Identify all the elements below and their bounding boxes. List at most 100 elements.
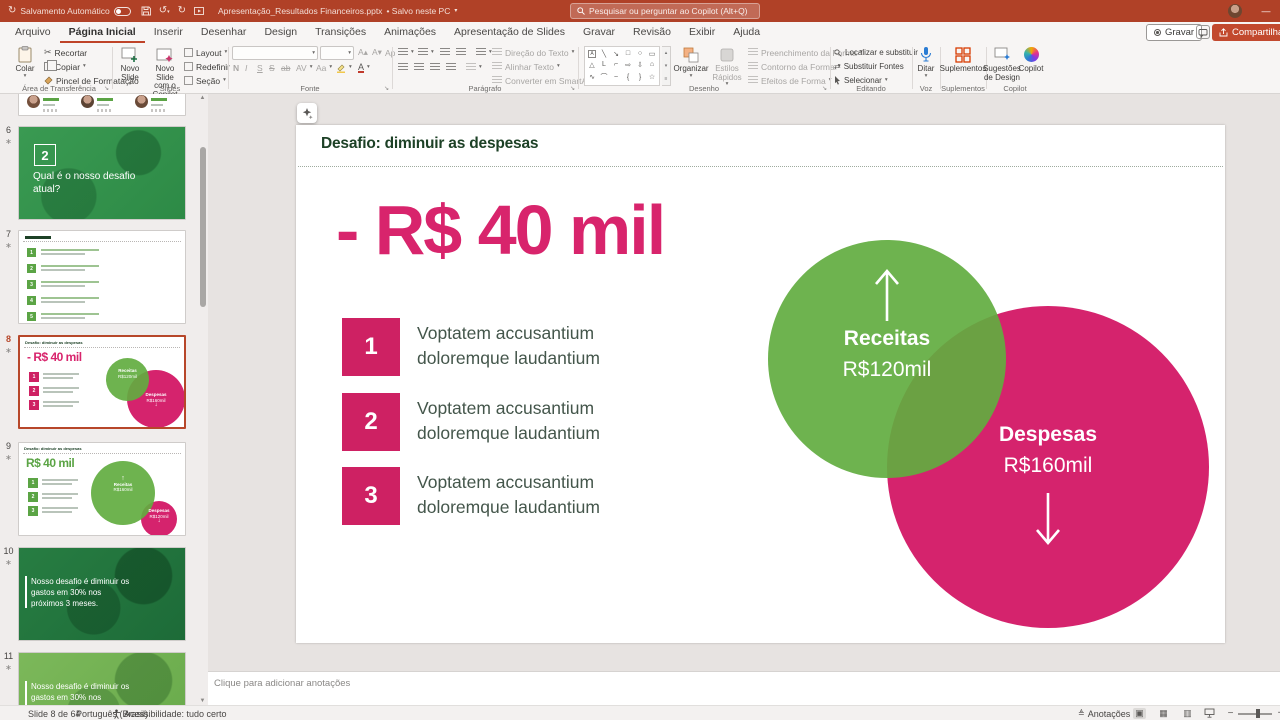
replace-fonts-button[interactable]: ⇄Substituir Fontes	[834, 60, 904, 73]
rectangle-shape-icon[interactable]: □	[626, 50, 630, 57]
font-color-button[interactable]: A▾	[358, 61, 370, 74]
redo-icon[interactable]: ↻	[178, 6, 186, 16]
zoom-in-button[interactable]: +	[1274, 708, 1280, 719]
tab-transicoes[interactable]: Transições	[306, 22, 375, 43]
grow-font-button[interactable]: A▴	[358, 46, 368, 59]
increase-indent-button[interactable]	[456, 46, 466, 59]
bold-button[interactable]: N	[233, 61, 239, 74]
view-reading-button[interactable]: ▥	[1181, 708, 1194, 719]
view-slideshow-button[interactable]	[1203, 708, 1216, 719]
down-arrow-shape-icon[interactable]: ⇩	[637, 61, 643, 69]
copilot-button[interactable]: Copilot	[1018, 45, 1044, 74]
tab-gravar[interactable]: Gravar	[574, 22, 624, 43]
scroll-down-icon[interactable]: ▼	[198, 698, 207, 704]
record-button[interactable]: Gravar	[1146, 24, 1202, 41]
list-item-number[interactable]: 2	[342, 393, 400, 451]
shapes-gallery-scroll[interactable]: ▴▾≡	[662, 46, 671, 86]
avatar[interactable]	[1228, 4, 1242, 18]
accessibility-status[interactable]: Acessibilidade: tudo certo	[112, 706, 227, 720]
brace-right-shape-icon[interactable]: }	[639, 74, 641, 81]
slide-title[interactable]: Desafio: diminuir as despesas	[321, 135, 538, 153]
thumbnail-slide-5[interactable]	[18, 94, 186, 116]
textbox-shape-icon[interactable]: A	[588, 50, 595, 58]
quick-styles-button[interactable]: Estilos Rápidos▾	[710, 45, 744, 88]
list-item-number[interactable]: 3	[342, 467, 400, 525]
elbow-shape-icon[interactable]: L	[602, 61, 606, 68]
tab-arquivo[interactable]: Arquivo	[6, 22, 60, 43]
dialog-launcher-icon[interactable]: ↘	[104, 86, 109, 92]
reset-button[interactable]: Redefinir	[184, 60, 230, 73]
decrease-indent-button[interactable]	[440, 46, 450, 59]
highlight-color-button[interactable]: ▾	[336, 61, 352, 74]
line-shape-icon[interactable]: ╲	[602, 50, 606, 58]
tab-apresentacao-de-slides[interactable]: Apresentação de Slides	[445, 22, 574, 43]
new-slide-button[interactable]: Novo Slide▾	[114, 45, 146, 88]
line-spacing-button[interactable]: ▾	[476, 46, 492, 59]
thumbnail-slide-8-selected[interactable]: Desafio: diminuir as despesas - R$ 40 mi…	[18, 335, 186, 429]
numbering-button[interactable]: ▾	[418, 46, 434, 59]
right-arrow-shape-icon[interactable]: ⇨	[625, 61, 631, 69]
slide-canvas[interactable]: Desafio: diminuir as despesas - R$ 40 mi…	[296, 125, 1225, 643]
tab-animacoes[interactable]: Animações	[375, 22, 445, 43]
list-item-number[interactable]: 1	[342, 318, 400, 376]
autosave-toggle[interactable]	[114, 7, 131, 16]
bullets-button[interactable]: ▾	[398, 46, 414, 59]
curve-shape-icon[interactable]: ⌐	[614, 61, 618, 68]
notes-pane[interactable]: Clique para adicionar anotações	[208, 671, 1280, 705]
tab-desenhar[interactable]: Desenhar	[192, 22, 256, 43]
justify-button[interactable]	[446, 61, 456, 74]
thumbnail-slide-6[interactable]: 2 Qual é o nosso desafio atual?	[18, 126, 186, 220]
italic-button[interactable]: I	[245, 61, 247, 74]
save-icon[interactable]	[141, 6, 151, 16]
comments-button[interactable]	[1196, 25, 1210, 39]
dialog-launcher-icon[interactable]: ↘	[822, 86, 827, 92]
shapes-gallery[interactable]: A ╲ ↘ □ ○ ▭ △ L ⌐ ⇨ ⇩ ⌂ ∿ ⌒ ~ { } ☆	[584, 46, 660, 86]
paste-button[interactable]: Colar▾	[10, 45, 40, 79]
text-direction-button[interactable]: Direção do Texto▾	[492, 46, 574, 59]
notes-placeholder[interactable]: Clique para adicionar anotações	[214, 678, 350, 689]
zoom-slider-track[interactable]	[1238, 713, 1272, 715]
tab-inserir[interactable]: Inserir	[145, 22, 192, 43]
thumbnail-slide-10[interactable]: Nosso desafio é diminuir os gastos em 30…	[18, 547, 186, 641]
shape-outline-button[interactable]: Contorno da Forma▾	[748, 60, 840, 73]
arrow-shape-icon[interactable]: ↘	[613, 50, 619, 58]
scrollbar-thumb[interactable]	[200, 147, 206, 307]
home-shape-icon[interactable]: ⌂	[650, 61, 654, 68]
chevron-down-icon[interactable]: ▾	[454, 8, 457, 14]
align-text-button[interactable]: Alinhar Texto▾	[492, 60, 560, 73]
star-shape-icon[interactable]: ☆	[649, 73, 655, 81]
layout-button[interactable]: Layout▾	[184, 46, 227, 59]
zoom-out-button[interactable]: −	[1224, 708, 1237, 719]
headline-amount[interactable]: - R$ 40 mil	[336, 197, 664, 264]
list-item-text[interactable]: Voptatem accusantium doloremque laudanti…	[417, 321, 637, 371]
brace-left-shape-icon[interactable]: {	[627, 74, 629, 81]
design-ideas-button[interactable]: Sugestões de Design	[986, 45, 1018, 82]
align-right-button[interactable]	[430, 61, 440, 74]
shrink-font-button[interactable]: A▾	[372, 46, 382, 59]
dictate-button[interactable]: Ditar▾	[912, 45, 940, 79]
font-name-combo[interactable]: ▾	[232, 46, 318, 60]
slideshow-from-start-icon[interactable]	[194, 6, 204, 16]
character-spacing-button[interactable]: AV▾	[296, 61, 312, 74]
tab-design[interactable]: Design	[255, 22, 306, 43]
undo-icon[interactable]: ↺▾	[159, 6, 170, 16]
thumbnail-scrollbar[interactable]: ▲ ▼	[198, 94, 207, 705]
list-item-text[interactable]: Voptatem accusantium doloremque laudanti…	[417, 396, 637, 446]
arc-shape-icon[interactable]: ⌒	[601, 72, 608, 82]
tab-exibir[interactable]: Exibir	[680, 22, 724, 43]
find-replace-button[interactable]: Localizar e substituir	[834, 46, 918, 59]
align-left-button[interactable]	[398, 61, 408, 74]
minimize-button[interactable]: —	[1258, 2, 1274, 20]
dialog-launcher-icon[interactable]: ↘	[384, 86, 389, 92]
designer-button[interactable]	[297, 103, 317, 123]
search-input[interactable]: Pesquisar ou perguntar ao Copilot (Alt+Q…	[570, 3, 760, 19]
tilde-shape-icon[interactable]: ~	[614, 74, 618, 81]
cut-button[interactable]: ✂Recortar	[44, 46, 87, 59]
arrange-button[interactable]: Organizar▾	[674, 45, 708, 79]
save-status[interactable]: • Salvo neste PC	[386, 6, 450, 16]
scroll-up-icon[interactable]: ▲	[198, 95, 207, 101]
list-item-text[interactable]: Voptatem accusantium doloremque laudanti…	[417, 470, 637, 520]
dialog-launcher-icon[interactable]: ↘	[570, 86, 575, 92]
copy-button[interactable]: Copiar▾	[44, 60, 86, 73]
tab-revisao[interactable]: Revisão	[624, 22, 680, 43]
